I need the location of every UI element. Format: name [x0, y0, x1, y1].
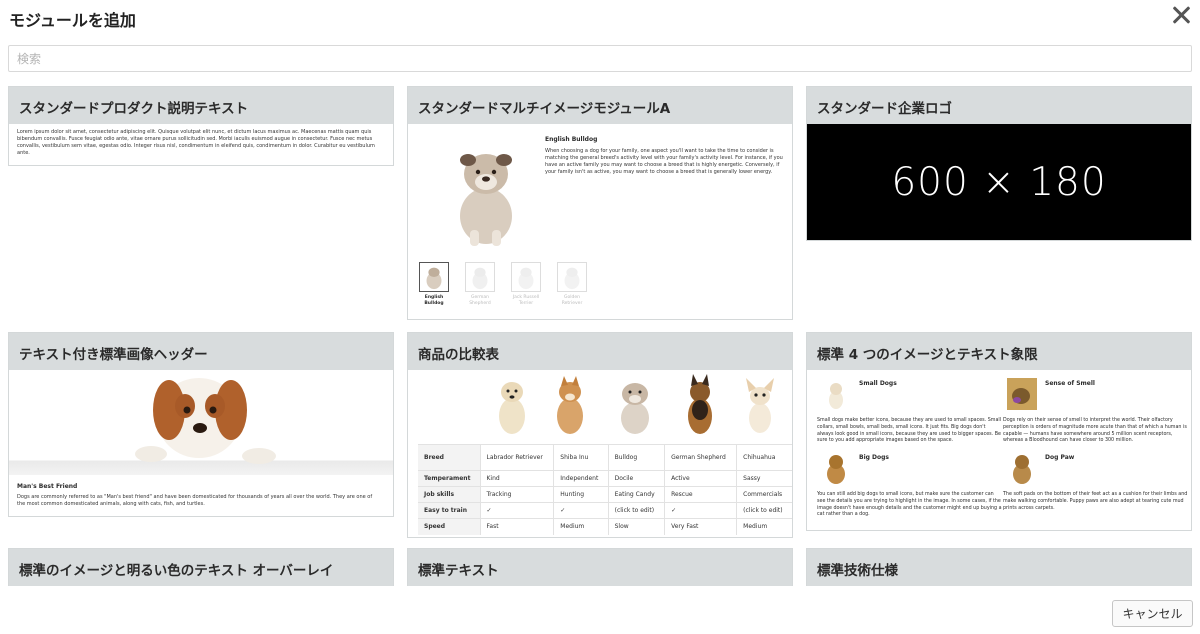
row-label: Speed: [418, 518, 480, 535]
search-input[interactable]: [8, 45, 1192, 72]
table-cell: German Shepherd: [664, 444, 737, 471]
comparison-table: Breed Labrador Retriever Shiba Inu Bulld…: [418, 444, 792, 535]
quadrant-title: Big Dogs: [859, 454, 889, 461]
dialog-header: モジュールを追加: [0, 0, 1200, 40]
quadrant-text: The soft pads on the bottom of their fee…: [1003, 492, 1188, 511]
module-card-product-comparison[interactable]: 商品の比較表 Breed Labrador Retriever Shiba In…: [407, 332, 793, 538]
module-card-title: テキスト付き標準画像ヘッダー: [9, 333, 393, 370]
module-card-four-quadrants[interactable]: 標準 4 つのイメージとテキスト象限 Small Dogs Small dogs…: [806, 332, 1192, 531]
thumbnail-german-shepherd[interactable]: [465, 262, 495, 292]
chihuahua-image: [746, 378, 774, 433]
bulldog-image: [460, 154, 512, 246]
table-row: Temperament Kind Independent Docile Acti…: [418, 470, 792, 487]
logo-placeholder: 600 × 180: [807, 124, 1191, 240]
table-cell: Rescue: [664, 486, 737, 503]
bulldog-image: [621, 383, 649, 434]
sense-of-smell-image: [1007, 378, 1037, 410]
table-cell: Hunting: [553, 486, 609, 503]
table-cell: Eating Candy: [607, 486, 665, 503]
module-card-title: スタンダード企業ロゴ: [807, 87, 1191, 124]
module-preview: Breed Labrador Retriever Shiba Inu Bulld…: [408, 370, 792, 537]
table-row: Job skills Tracking Hunting Eating Candy…: [418, 486, 792, 503]
preview-heading: English Bulldog: [545, 136, 598, 143]
hero-image: [9, 370, 393, 475]
table-cell: Tracking: [479, 486, 554, 503]
module-card-title: 標準のイメージと明るい色のテキスト オーバーレイ: [9, 549, 393, 586]
row-label: Easy to train: [418, 502, 480, 519]
thumbnail-golden-retriever[interactable]: [557, 262, 587, 292]
module-card-title: 商品の比較表: [408, 333, 792, 370]
module-preview: Lorem ipsum dolor sit amet, consectetur …: [9, 124, 393, 165]
module-card-company-logo[interactable]: スタンダード企業ロゴ 600 × 180: [806, 86, 1192, 241]
table-row: Easy to train ✓ ✓ (click to edit) ✓ (cli…: [418, 502, 792, 519]
module-card-product-description[interactable]: スタンダードプロダクト説明テキスト Lorem ipsum dolor sit …: [8, 86, 394, 166]
row-label: Job skills: [418, 486, 480, 503]
module-preview: Man's Best Friend Dogs are commonly refe…: [9, 370, 393, 516]
table-cell: Shiba Inu: [553, 444, 609, 471]
table-row: Speed Fast Medium Slow Very Fast Medium: [418, 518, 792, 535]
table-cell: Independent: [553, 470, 609, 487]
thumbnail-caption: Golden Retriever: [561, 295, 583, 306]
table-cell: (click to edit): [607, 502, 665, 519]
table-cell: Chihuahua: [736, 444, 792, 471]
shiba-inu-image: [557, 376, 583, 434]
module-card-image-header-with-text[interactable]: テキスト付き標準画像ヘッダー Man's Best Friend Dogs ar…: [8, 332, 394, 517]
table-cell: Sassy: [736, 470, 792, 487]
module-card-image-light-text-overlay[interactable]: 標準のイメージと明るい色のテキスト オーバーレイ: [8, 548, 394, 586]
german-shepherd-image: [688, 374, 712, 434]
module-card-title: 標準 4 つのイメージとテキスト象限: [807, 333, 1191, 370]
preview-text: Lorem ipsum dolor sit amet, consectetur …: [17, 129, 375, 156]
module-card-standard-text[interactable]: 標準テキスト: [407, 548, 793, 586]
thumbnail-english-bulldog[interactable]: [419, 262, 449, 292]
table-cell: Bulldog: [607, 444, 665, 471]
module-card-title: 標準テキスト: [408, 549, 792, 586]
table-cell: Medium: [553, 518, 609, 535]
table-cell: Medium: [736, 518, 792, 535]
cancel-button[interactable]: キャンセル: [1112, 600, 1193, 627]
preview-text: Dogs are commonly referred to as "Man's …: [17, 494, 373, 507]
preview-heading: Man's Best Friend: [17, 483, 78, 490]
table-cell: Fast: [479, 518, 554, 535]
module-card-multi-image-a[interactable]: スタンダードマルチイメージモジュールA English Bulldog Germ…: [407, 86, 793, 320]
thumbnail-jack-russell-terrier[interactable]: [511, 262, 541, 292]
row-label: Breed: [418, 444, 480, 471]
small-dog-image: [829, 383, 843, 409]
module-card-technical-specs[interactable]: 標準技術仕様: [806, 548, 1192, 586]
module-card-title: スタンダードプロダクト説明テキスト: [9, 87, 393, 124]
module-preview: Small Dogs Small dogs make better icons,…: [807, 370, 1191, 530]
table-cell: Labrador Retriever: [479, 444, 554, 471]
table-cell: Commercials: [736, 486, 792, 503]
thumbnail-caption: Jack Russell Terrier: [512, 295, 540, 306]
thumbnail-caption: German Shepherd: [469, 295, 491, 306]
quadrant-text: Dogs rely on their sense of smell to int…: [1003, 418, 1187, 444]
row-label: Temperament: [418, 470, 480, 487]
quadrant-text: Small dogs make better icons, because th…: [817, 418, 1002, 444]
table-cell: Docile: [607, 470, 665, 487]
quadrant-title: Sense of Smell: [1045, 380, 1095, 387]
module-card-title: スタンダードマルチイメージモジュールA: [408, 87, 792, 124]
table-cell: Active: [664, 470, 737, 487]
quadrant-title: Dog Paw: [1045, 454, 1075, 461]
module-preview: English Bulldog German Shepherd Jack Rus…: [408, 124, 792, 319]
table-cell: (click to edit): [736, 502, 792, 519]
quadrant-title: Small Dogs: [859, 380, 897, 387]
big-dog-image: [827, 455, 845, 484]
thumbnail-caption: English Bulldog: [424, 295, 444, 306]
module-card-title: 標準技術仕様: [807, 549, 1191, 586]
table-cell: Slow: [607, 518, 665, 535]
table-row: Breed Labrador Retriever Shiba Inu Bulld…: [418, 444, 792, 471]
table-cell: Kind: [479, 470, 554, 487]
quadrant-text: You can still add big dogs to small icon…: [817, 492, 1002, 518]
table-cell: ✓: [553, 502, 609, 519]
preview-text: When choosing a dog for your family, one…: [545, 148, 783, 175]
dog-paw-image: [1013, 455, 1031, 484]
table-cell: Very Fast: [664, 518, 737, 535]
close-icon[interactable]: [1170, 4, 1192, 26]
dialog-title: モジュールを追加: [9, 11, 136, 30]
table-cell: ✓: [664, 502, 737, 519]
table-cell: ✓: [479, 502, 554, 519]
labrador-image: [499, 382, 525, 434]
